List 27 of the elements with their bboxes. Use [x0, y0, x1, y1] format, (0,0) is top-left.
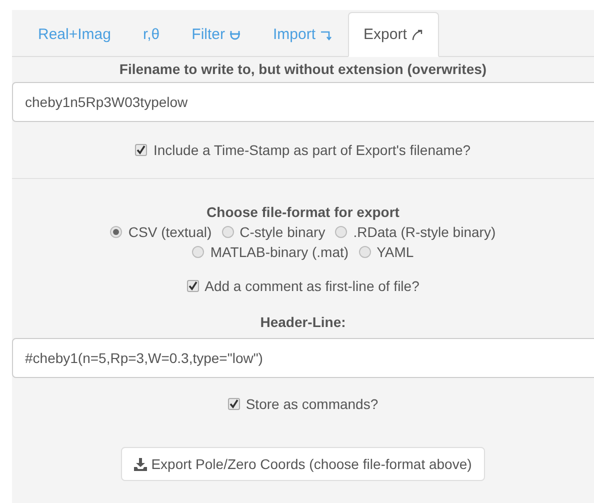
checkbox[interactable]	[228, 398, 240, 410]
radio-button[interactable]	[358, 246, 371, 258]
checkbox[interactable]	[135, 144, 148, 156]
radio-button[interactable]	[222, 226, 234, 238]
field-label: Header-Line:	[259, 314, 347, 330]
export-arrow-icon	[410, 28, 423, 40]
radio-label: C-style binary	[240, 224, 326, 240]
field-label: Filename to write to, but without extension (overwrites)	[118, 61, 488, 77]
radio-button[interactable]	[192, 246, 204, 258]
radio-button[interactable]	[110, 226, 122, 238]
radio-label: MATLAB-binary (.mat)	[210, 244, 349, 260]
export-button[interactable]: Export Pole/Zero Coords (choose file-format above)	[121, 447, 485, 481]
checkbox-label: Include a Time-Stamp as part of Export's filename?	[153, 142, 471, 158]
radio-label: .RData (R-style binary)	[353, 224, 496, 240]
checkbox-label: Add a comment as first-line of file?	[204, 278, 420, 294]
radio-button[interactable]	[335, 226, 348, 238]
header-line-field[interactable]: #cheby1(n=5,Rp=3,W=0.3,type="low")	[12, 338, 594, 378]
checkbox[interactable]	[186, 280, 199, 292]
radio-label: CSV (textual)	[128, 224, 212, 240]
tab[interactable]: Export	[348, 12, 439, 57]
section-heading: Choose file-format for export	[206, 204, 400, 220]
filter-icon	[229, 28, 241, 40]
download-icon	[134, 458, 148, 470]
radio-label: YAML	[376, 244, 414, 260]
checkbox-label: Store as commands?	[246, 396, 378, 412]
hook-arrow-icon	[320, 28, 332, 40]
filename-field[interactable]: cheby1n5Rp3W03typelow	[12, 82, 594, 122]
